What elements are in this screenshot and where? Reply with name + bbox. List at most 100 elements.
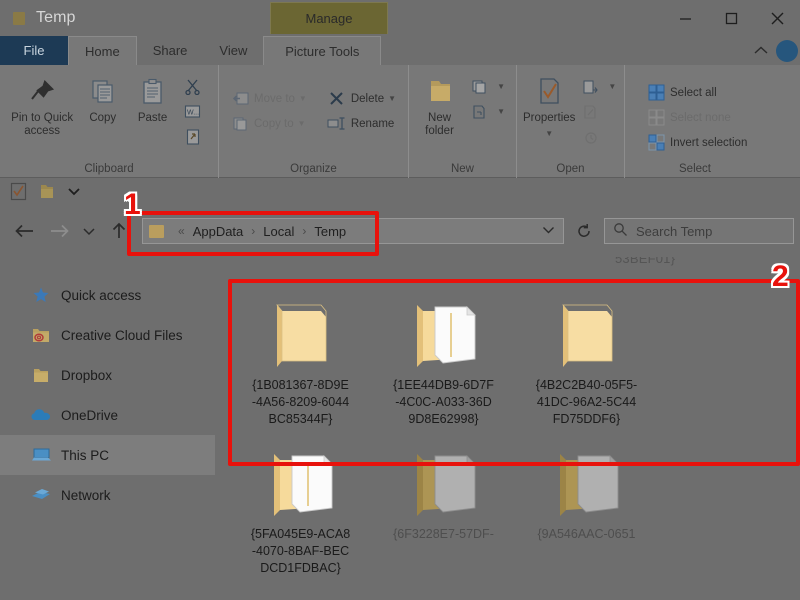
breadcrumb-temp[interactable]: Temp	[312, 224, 348, 239]
file-item[interactable]: {4B2C2B40-05F5- 41DC-96A2-5C44 FD75DDF6}	[515, 279, 658, 428]
sidebar-item-quick-access[interactable]: Quick access	[0, 275, 215, 315]
rename-button[interactable]: Rename	[322, 111, 401, 136]
copy-to-button[interactable]: Copy to ▼	[225, 111, 312, 136]
paste-button[interactable]: Paste	[127, 69, 178, 125]
file-item[interactable]: {19DA8CBF-0F40	[372, 577, 515, 600]
paste-shortcut-button[interactable]	[178, 124, 212, 149]
sidebar-item-label: Dropbox	[61, 368, 112, 383]
select-none-button[interactable]: Select none	[641, 105, 752, 130]
sidebar-item-creative-cloud-files[interactable]: Creative Cloud Files	[0, 315, 215, 355]
new-folder-button[interactable]: New folder	[415, 69, 464, 138]
ribbon-group-clipboard-label: Clipboard	[0, 163, 218, 175]
tab-file-label: File	[24, 43, 45, 58]
copy-to-caret-icon[interactable]: ▼	[298, 119, 306, 128]
contextual-tab-manage-label: Manage	[306, 11, 353, 26]
folder-empty-icon	[406, 577, 482, 600]
folder-with-file-icon	[405, 279, 483, 371]
pin-to-quick-access-label-1: Pin to Quick	[11, 112, 73, 125]
tab-share[interactable]: Share	[137, 36, 204, 65]
folder-icon	[12, 10, 26, 26]
breadcrumb-separator-icon[interactable]: ›	[245, 224, 261, 238]
cut-button[interactable]	[178, 74, 212, 99]
rename-label: Rename	[351, 118, 394, 130]
easy-access-button[interactable]: ▼	[464, 99, 510, 124]
address-dropdown-chevron-icon[interactable]	[542, 225, 555, 237]
copy-path-button[interactable]: W...	[178, 99, 212, 124]
open-with-caret-icon[interactable]: ▼	[608, 82, 616, 91]
file-explorer-window: Temp Manage File Home Share View	[0, 0, 800, 600]
file-item[interactable]: {1EE44DB9-6D7F -4C0C-A033-36D 9D8E62998}	[372, 279, 515, 428]
qat-properties-icon[interactable]	[10, 182, 27, 201]
tab-picture-tools[interactable]: Picture Tools	[263, 36, 381, 65]
delete-x-icon	[327, 91, 347, 106]
move-to-caret-icon[interactable]: ▼	[299, 94, 307, 103]
search-input[interactable]: Search Temp	[604, 218, 794, 244]
customize-qat-chevron-icon[interactable]	[67, 187, 81, 196]
collapse-ribbon-chevron-icon[interactable]	[746, 36, 776, 65]
recent-locations-button[interactable]	[76, 214, 102, 248]
minimize-button[interactable]	[662, 0, 708, 36]
pin-to-quick-access-button[interactable]: Pin to Quick access	[6, 69, 78, 138]
sidebar-item-onedrive[interactable]: OneDrive	[0, 395, 215, 435]
network-icon	[30, 487, 52, 503]
sidebar-item-network[interactable]: Network	[0, 475, 215, 515]
tab-home[interactable]: Home	[68, 36, 137, 65]
new-item-icon	[469, 79, 489, 95]
move-to-button[interactable]: Move to ▼	[225, 86, 312, 111]
refresh-button[interactable]	[568, 218, 600, 244]
file-list-view[interactable]: 53BEF01} {1B081367-8D9E -4A56-8209-6044 …	[215, 257, 800, 600]
delete-caret-icon[interactable]: ▼	[388, 94, 396, 103]
history-button[interactable]	[575, 124, 621, 149]
ribbon: Pin to Quick access	[0, 65, 800, 178]
properties-button[interactable]: Properties ▼	[523, 69, 575, 140]
file-item[interactable]: {1B081367-8D9E -4A56-8209-6044 BC85344F}	[229, 279, 372, 428]
ribbon-group-open-label: Open	[517, 163, 624, 175]
delete-button[interactable]: Delete ▼	[322, 86, 401, 111]
properties-label: Properties	[523, 112, 575, 125]
select-all-button[interactable]: Select all	[641, 80, 752, 105]
file-grid: {1B081367-8D9E -4A56-8209-6044 BC85344F}	[215, 257, 800, 600]
file-item[interactable]: {5FA045E9-ACA8 -4070-8BAF-BEC DCD1FDBAC}	[229, 428, 372, 577]
file-item[interactable]: {6F3228E7-57DF-	[372, 428, 515, 577]
file-item[interactable]: {9D27D3BF-DFA	[229, 577, 372, 600]
tab-strip-spacer	[381, 36, 746, 65]
properties-caret-icon[interactable]: ▼	[545, 127, 553, 140]
select-none-icon	[646, 109, 666, 126]
close-button[interactable]	[754, 0, 800, 36]
breadcrumb-separator-icon[interactable]: ›	[296, 224, 312, 238]
forward-button[interactable]	[42, 214, 76, 248]
help-icon[interactable]	[776, 40, 798, 62]
file-item[interactable]: {9A546AAC-0651	[515, 428, 658, 577]
edit-button[interactable]	[575, 99, 621, 124]
new-item-button[interactable]: ▼	[464, 74, 510, 99]
maximize-button[interactable]	[708, 0, 754, 36]
breadcrumb-local[interactable]: Local	[261, 224, 296, 239]
file-item-label: {6F3228E7-57DF-	[378, 526, 510, 543]
breadcrumb-appdata[interactable]: AppData	[191, 224, 246, 239]
title-bar: Temp Manage	[0, 0, 800, 36]
select-none-label: Select none	[670, 112, 731, 124]
easy-access-caret-icon[interactable]: ▼	[497, 107, 505, 116]
tab-picture-tools-label: Picture Tools	[285, 44, 359, 59]
search-placeholder: Search Temp	[636, 224, 712, 239]
invert-selection-button[interactable]: Invert selection	[641, 130, 752, 155]
address-bar[interactable]: « AppData › Local › Temp	[142, 218, 564, 244]
ribbon-group-organize-label: Organize	[219, 163, 408, 175]
back-button[interactable]	[8, 214, 42, 248]
folder-with-file-icon	[262, 428, 340, 520]
breadcrumb-overflow[interactable]: «	[172, 224, 191, 238]
tab-file[interactable]: File	[0, 36, 68, 65]
move-to-icon	[230, 91, 250, 106]
tab-view[interactable]: View	[203, 36, 263, 65]
delete-label: Delete	[351, 93, 384, 105]
copy-button[interactable]: Copy	[78, 69, 127, 125]
sidebar-item-dropbox[interactable]: Dropbox	[0, 355, 215, 395]
new-item-caret-icon[interactable]: ▼	[497, 82, 505, 91]
file-item-label: {5FA045E9-ACA8 -4070-8BAF-BEC DCD1FDBAC}	[235, 526, 367, 577]
sidebar-item-this-pc[interactable]: This PC	[0, 435, 215, 475]
contextual-tab-manage[interactable]: Manage	[270, 2, 388, 34]
open-with-icon	[580, 79, 600, 95]
search-icon	[613, 222, 628, 240]
qat-new-folder-icon[interactable]	[39, 183, 55, 200]
open-with-button[interactable]: ▼	[575, 74, 621, 99]
